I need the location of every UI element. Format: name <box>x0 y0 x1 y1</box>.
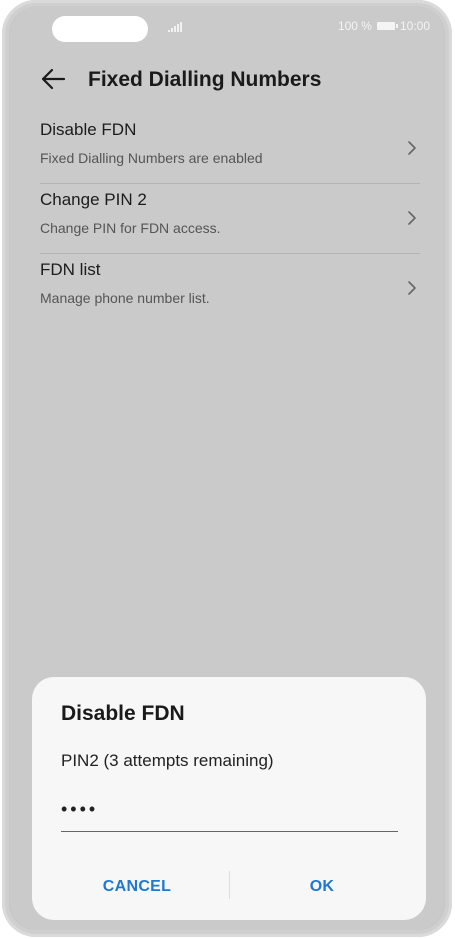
ok-button[interactable]: OK <box>237 869 407 905</box>
camera-cutout <box>52 16 148 42</box>
cancel-button[interactable]: CANCEL <box>52 869 222 905</box>
dialog-button-row: CANCEL OK <box>32 869 426 905</box>
list-item-title: FDN list <box>40 260 101 279</box>
dialog-message: PIN2 (3 attempts remaining) <box>61 751 274 770</box>
dialog-title: Disable FDN <box>61 702 185 725</box>
pin2-value: •••• <box>61 799 99 819</box>
chevron-right-icon <box>408 141 416 155</box>
clock: 10:00 <box>399 19 430 33</box>
back-button[interactable] <box>36 64 70 94</box>
list-item-disable-fdn[interactable]: Disable FDN Fixed Dialling Numbers are e… <box>40 114 420 184</box>
disable-fdn-dialog: Disable FDN PIN2 (3 attempts remaining) … <box>32 677 426 920</box>
list-item-fdn-list[interactable]: FDN list Manage phone number list. <box>40 254 420 323</box>
screen: 100 % 10:00 Fixed Dialling Numbers Disab… <box>10 6 444 930</box>
chevron-right-icon <box>408 211 416 225</box>
page-title: Fixed Dialling Numbers <box>88 68 322 91</box>
pin2-input[interactable]: •••• <box>61 791 398 832</box>
back-arrow-icon <box>41 68 66 90</box>
list-item-title: Change PIN 2 <box>40 190 147 209</box>
list-item-subtitle: Fixed Dialling Numbers are enabled <box>40 150 263 166</box>
battery-icon <box>376 22 398 30</box>
list-item-change-pin2[interactable]: Change PIN 2 Change PIN for FDN access. <box>40 184 420 254</box>
list-item-subtitle: Change PIN for FDN access. <box>40 220 221 236</box>
signal-icon <box>168 22 182 32</box>
battery-percent: 100 % <box>337 19 372 33</box>
status-bar-right: 100 % 10:00 <box>338 19 430 33</box>
settings-list: Disable FDN Fixed Dialling Numbers are e… <box>40 114 420 323</box>
phone-frame: 100 % 10:00 Fixed Dialling Numbers Disab… <box>2 0 452 937</box>
chevron-right-icon <box>408 281 416 295</box>
list-item-title: Disable FDN <box>40 120 137 139</box>
button-divider <box>229 871 230 899</box>
app-bar: Fixed Dialling Numbers <box>10 58 444 98</box>
list-item-subtitle: Manage phone number list. <box>40 290 210 306</box>
